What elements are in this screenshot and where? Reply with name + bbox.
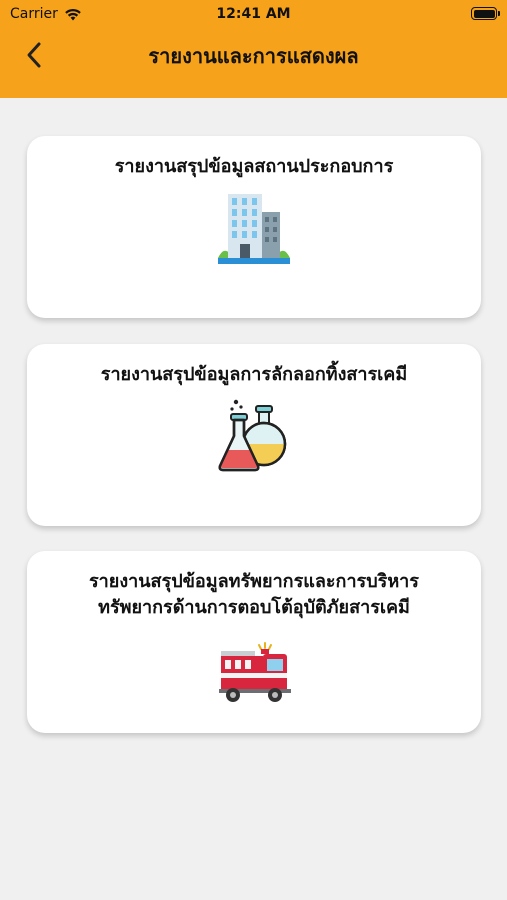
- card-title: รายงานสรุปข้อมูลการลักลอกทิ้งสารเคมี: [100, 364, 408, 385]
- report-card-chemical-dumping[interactable]: รายงานสรุปข้อมูลการลักลอกทิ้งสารเคมี: [27, 344, 481, 526]
- chemical-flasks-icon: [218, 399, 287, 472]
- card-title-line-2: ทรัพยากรด้านการตอบโต้อุบัติภัยสารเคมี: [98, 597, 410, 618]
- report-card-emergency-resources[interactable]: รายงานสรุปข้อมูลทรัพยากรและการบริหาร ทรั…: [27, 551, 481, 733]
- card-title-line-1: รายงานสรุปข้อมูลทรัพยากรและการบริหาร: [89, 571, 419, 592]
- status-bar: Carrier 12:41 AM: [0, 0, 507, 28]
- page-title: รายงานและการแสดงผล: [148, 44, 359, 68]
- card-title: รายงานสรุปข้อมูลสถานประกอบการ: [114, 156, 394, 177]
- status-time: 12:41 AM: [216, 6, 291, 22]
- app-header: Carrier 12:41 AM รายงานและการแสดงผล: [0, 0, 507, 98]
- fire-truck-icon: [219, 642, 291, 702]
- report-card-establishments[interactable]: รายงานสรุปข้อมูลสถานประกอบการ: [27, 136, 481, 318]
- building-icon: [218, 194, 290, 264]
- battery-icon: [471, 7, 500, 20]
